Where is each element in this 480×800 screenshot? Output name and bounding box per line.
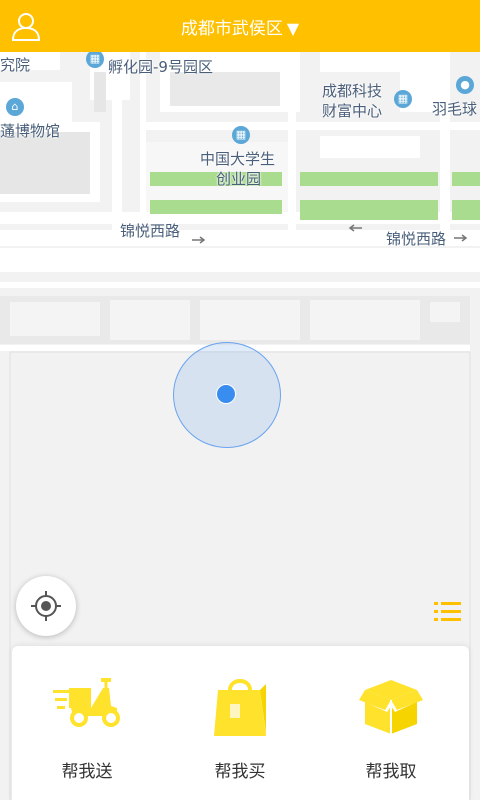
deliver-service-button[interactable]: 帮我送	[22, 646, 152, 800]
city-label: 成都市武侯区	[180, 19, 283, 39]
label-tech-center-1: 成都科技	[322, 82, 383, 100]
city-selector[interactable]: 成都市武侯区 ▼	[0, 14, 480, 39]
chevron-down-icon: ▼	[286, 19, 300, 38]
label-museum: 蓪博物馆	[0, 122, 61, 140]
sports-poi-icon: ●	[456, 76, 474, 94]
top-bar: 成都市武侯区 ▼	[0, 0, 480, 52]
building-poi-icon: ▦	[232, 126, 250, 144]
pickup-label: 帮我取	[365, 762, 417, 782]
shopping-bag-icon	[212, 674, 268, 742]
scooter-icon	[51, 676, 123, 732]
locate-icon	[31, 591, 61, 621]
pickup-service-button[interactable]: 帮我取	[326, 646, 456, 800]
list-icon[interactable]	[434, 600, 462, 624]
buy-service-button[interactable]: 帮我买	[175, 646, 305, 800]
service-panel: 帮我送 帮我买 帮我取	[12, 646, 469, 800]
locate-button[interactable]	[16, 576, 76, 636]
label-tech-center-2: 财富中心	[322, 102, 383, 120]
label-road-right: 锦悦西路	[386, 230, 447, 248]
label-road-left: 锦悦西路	[120, 222, 181, 240]
museum-poi-icon: ⌂	[6, 98, 24, 116]
deliver-label: 帮我送	[61, 762, 113, 782]
label-research: 究院	[0, 56, 31, 74]
label-incubator: 孵化园-9号园区	[108, 58, 213, 76]
label-badminton: 羽毛球	[432, 100, 478, 118]
label-university-2: 创业园	[216, 170, 262, 188]
buy-label: 帮我买	[214, 762, 266, 782]
current-location-dot	[216, 384, 236, 404]
building-poi-icon: ▦	[394, 90, 412, 108]
box-icon	[357, 676, 425, 740]
label-university-1: 中国大学生	[200, 150, 276, 168]
